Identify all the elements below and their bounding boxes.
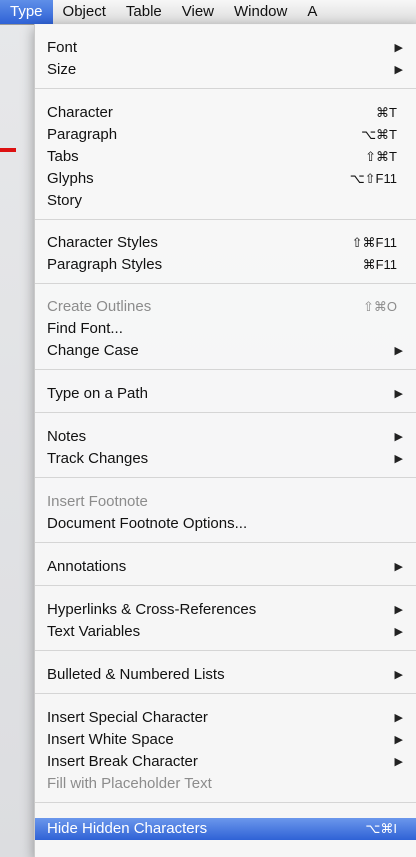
shortcut: ⇧⌘F11 bbox=[351, 235, 397, 250]
menu-separator bbox=[35, 283, 416, 284]
submenu-arrow-icon: ▶ bbox=[394, 604, 403, 616]
type-menu: Font ▶ Size ▶ Character ⌘T Paragraph ⌥⌘T… bbox=[34, 24, 416, 857]
menu-item-create-outlines: Create Outlines ⇧⌘O bbox=[35, 296, 416, 318]
menu-separator bbox=[35, 219, 416, 220]
background-red-marker bbox=[0, 148, 16, 152]
menu-item-font[interactable]: Font ▶ bbox=[35, 37, 416, 59]
menu-item-change-case[interactable]: Change Case ▶ bbox=[35, 340, 416, 362]
menu-separator bbox=[35, 412, 416, 413]
menu-item-insert-white-space[interactable]: Insert White Space ▶ bbox=[35, 729, 416, 751]
menu-separator bbox=[35, 88, 416, 89]
menu-item-label: Fill with Placeholder Text bbox=[47, 775, 212, 792]
menu-separator bbox=[35, 802, 416, 803]
menu-item-insert-break-character[interactable]: Insert Break Character ▶ bbox=[35, 751, 416, 773]
menu-item-label: Insert Special Character bbox=[47, 709, 208, 726]
submenu-arrow-icon: ▶ bbox=[394, 453, 403, 465]
menu-item-label: Track Changes bbox=[47, 450, 149, 467]
menu-item-label: Character Styles bbox=[47, 234, 158, 251]
menu-separator bbox=[35, 650, 416, 651]
menu-item-insert-footnote: Insert Footnote bbox=[35, 491, 416, 513]
submenu-arrow-icon: ▶ bbox=[394, 42, 403, 54]
menu-item-label: Type on a Path bbox=[47, 385, 148, 402]
menu-item-label: Find Font... bbox=[47, 320, 123, 337]
submenu-arrow-icon: ▶ bbox=[394, 734, 403, 746]
menu-item-label: Notes bbox=[47, 428, 87, 445]
menubar-object[interactable]: Object bbox=[53, 0, 116, 24]
menu-item-tabs[interactable]: Tabs ⇧⌘T bbox=[35, 146, 416, 168]
menu-item-paragraph[interactable]: Paragraph ⌥⌘T bbox=[35, 124, 416, 146]
menu-item-label: Insert Footnote bbox=[47, 493, 148, 510]
shortcut: ⌥⌘T bbox=[361, 127, 397, 142]
menu-item-story[interactable]: Story bbox=[35, 190, 416, 212]
menu-item-label: Text Variables bbox=[47, 623, 141, 640]
submenu-arrow-icon: ▶ bbox=[394, 669, 403, 681]
menu-item-size[interactable]: Size ▶ bbox=[35, 59, 416, 81]
submenu-arrow-icon: ▶ bbox=[394, 431, 403, 443]
menubar-window[interactable]: Window bbox=[224, 0, 297, 24]
menu-item-paragraph-styles[interactable]: Paragraph Styles ⌘F11 bbox=[35, 254, 416, 276]
menu-item-label: Glyphs bbox=[47, 170, 94, 187]
menu-item-label: Hyperlinks & Cross-References bbox=[47, 601, 257, 618]
shortcut: ⇧⌘T bbox=[365, 149, 397, 164]
menu-item-label: Insert Break Character bbox=[47, 753, 198, 770]
menu-item-label: Change Case bbox=[47, 342, 139, 359]
menu-separator bbox=[35, 477, 416, 478]
menu-item-glyphs[interactable]: Glyphs ⌥⇧F11 bbox=[35, 168, 416, 190]
submenu-arrow-icon: ▶ bbox=[394, 712, 403, 724]
menu-item-track-changes[interactable]: Track Changes ▶ bbox=[35, 448, 416, 470]
menu-bar: Type Object Table View Window A bbox=[0, 0, 416, 25]
menu-item-bulleted-numbered-lists[interactable]: Bulleted & Numbered Lists ▶ bbox=[35, 664, 416, 686]
menu-item-label: Character bbox=[47, 104, 113, 121]
menu-item-type-on-a-path[interactable]: Type on a Path ▶ bbox=[35, 383, 416, 405]
submenu-arrow-icon: ▶ bbox=[394, 756, 403, 768]
menu-item-label: Tabs bbox=[47, 148, 79, 165]
menu-separator bbox=[35, 542, 416, 543]
submenu-arrow-icon: ▶ bbox=[394, 626, 403, 638]
shortcut: ⌘T bbox=[376, 105, 397, 120]
menu-item-label: Hide Hidden Characters bbox=[47, 820, 208, 837]
submenu-arrow-icon: ▶ bbox=[394, 64, 403, 76]
shortcut: ⌘F11 bbox=[362, 257, 397, 272]
menu-separator bbox=[35, 585, 416, 586]
menu-separator bbox=[35, 369, 416, 370]
menu-item-text-variables[interactable]: Text Variables ▶ bbox=[35, 621, 416, 643]
menubar-a[interactable]: A bbox=[297, 0, 327, 24]
menu-item-label: Annotations bbox=[47, 558, 127, 575]
menu-item-label: Bulleted & Numbered Lists bbox=[47, 666, 225, 683]
menu-item-label: Paragraph bbox=[47, 126, 118, 143]
menu-separator bbox=[35, 693, 416, 694]
shortcut: ⌥⌘I bbox=[365, 821, 397, 836]
menu-item-label: Font bbox=[47, 39, 78, 56]
menu-item-label: Paragraph Styles bbox=[47, 256, 163, 273]
menu-item-hyperlinks[interactable]: Hyperlinks & Cross-References ▶ bbox=[35, 599, 416, 621]
menu-item-label: Story bbox=[47, 192, 83, 209]
menu-item-character-styles[interactable]: Character Styles ⇧⌘F11 bbox=[35, 232, 416, 254]
menu-item-label: Insert White Space bbox=[47, 731, 174, 748]
menubar-view[interactable]: View bbox=[172, 0, 224, 24]
menu-item-insert-special-character[interactable]: Insert Special Character ▶ bbox=[35, 707, 416, 729]
menu-item-notes[interactable]: Notes ▶ bbox=[35, 426, 416, 448]
shortcut: ⇧⌘O bbox=[362, 299, 397, 314]
submenu-arrow-icon: ▶ bbox=[394, 388, 403, 400]
menu-item-fill-placeholder-text: Fill with Placeholder Text bbox=[35, 773, 416, 795]
shortcut: ⌥⇧F11 bbox=[349, 171, 397, 186]
menu-item-label: Size bbox=[47, 61, 77, 78]
menu-item-label: Create Outlines bbox=[47, 298, 152, 315]
menu-item-hide-hidden-characters[interactable]: Hide Hidden Characters ⌥⌘I bbox=[35, 818, 416, 840]
menu-item-find-font[interactable]: Find Font... bbox=[35, 318, 416, 340]
submenu-arrow-icon: ▶ bbox=[394, 345, 403, 357]
submenu-arrow-icon: ▶ bbox=[394, 561, 403, 573]
menubar-type[interactable]: Type bbox=[0, 0, 53, 24]
menubar-table[interactable]: Table bbox=[116, 0, 172, 24]
menu-item-document-footnote-options[interactable]: Document Footnote Options... bbox=[35, 513, 416, 535]
menu-item-character[interactable]: Character ⌘T bbox=[35, 102, 416, 124]
menu-item-annotations[interactable]: Annotations ▶ bbox=[35, 556, 416, 578]
menu-item-label: Document Footnote Options... bbox=[47, 515, 248, 532]
